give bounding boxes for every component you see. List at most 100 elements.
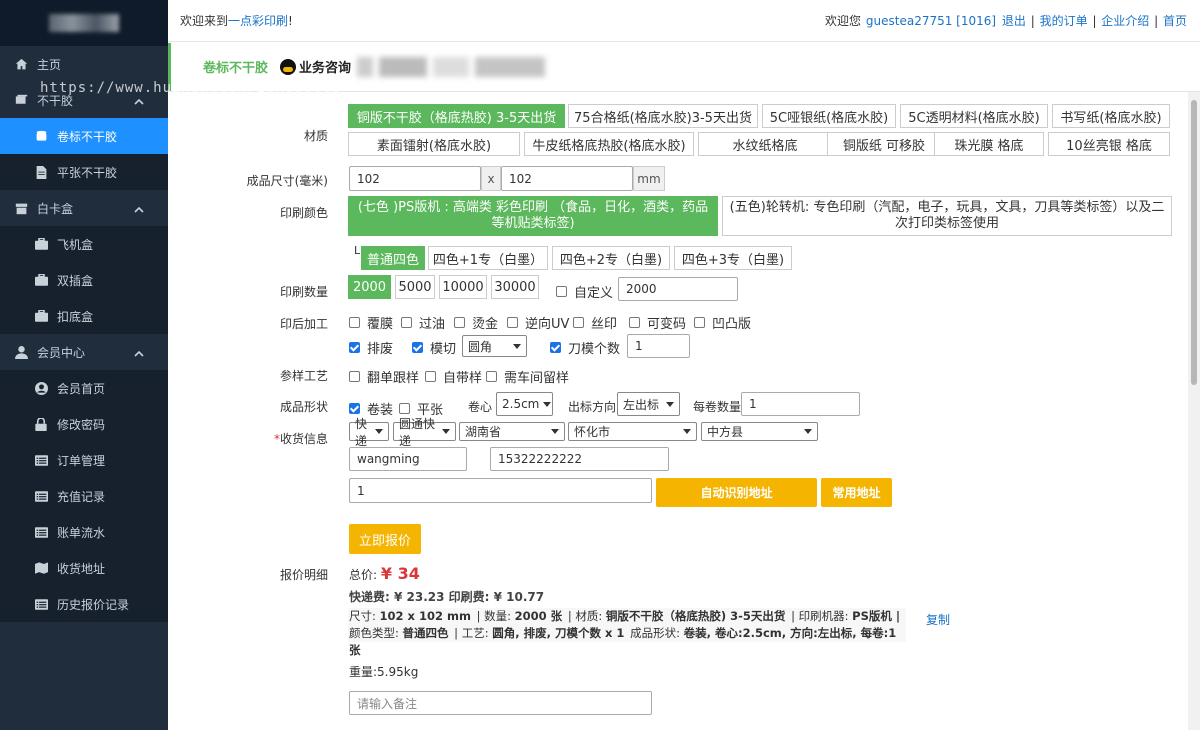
color-type-option[interactable]: 普通四色 bbox=[361, 246, 425, 270]
knife-count-checkbox[interactable]: 刀模个数 bbox=[550, 338, 620, 357]
per-roll-input[interactable]: 1 bbox=[741, 392, 860, 416]
checkbox[interactable] bbox=[556, 286, 567, 297]
sample-option-checkbox[interactable]: 翻单跟样 bbox=[349, 367, 419, 386]
ship-method-select[interactable]: 快递 bbox=[349, 417, 389, 448]
post-option-checkbox[interactable]: 覆膜 bbox=[349, 313, 393, 332]
waste-checkbox[interactable]: 排废 bbox=[349, 338, 393, 357]
height-input[interactable]: 102 bbox=[501, 166, 633, 191]
sidebar-item[interactable]: 主页 bbox=[0, 46, 168, 82]
diecut-checkbox[interactable]: 模切 bbox=[412, 338, 456, 357]
sample-option-checkbox[interactable]: 自带样 bbox=[425, 367, 482, 386]
color-type-option[interactable]: 四色+3专（白墨) bbox=[674, 246, 792, 270]
auto-detect-address-button[interactable]: 自动识别地址 bbox=[656, 478, 817, 507]
post-option-checkbox[interactable]: 丝印 bbox=[573, 313, 617, 332]
checkbox-checked[interactable] bbox=[349, 403, 360, 414]
color-option-rotary[interactable]: (五色)轮转机: 专色印刷（汽配，电子，玩具，文具，刀具等类标签）以及二次打印类… bbox=[722, 196, 1172, 236]
logout-link[interactable]: 退出 bbox=[1002, 14, 1026, 28]
custom-quantity-input[interactable]: 2000 bbox=[618, 277, 738, 301]
checkbox[interactable] bbox=[454, 317, 465, 328]
copy-link[interactable]: 复制 bbox=[926, 611, 950, 628]
common-address-button[interactable]: 常用地址 bbox=[821, 478, 892, 507]
quantity-option[interactable]: 30000 bbox=[491, 275, 539, 299]
remark-input[interactable]: 请输入备注 bbox=[349, 691, 652, 715]
material-option[interactable]: 书写纸(格底水胶) bbox=[1052, 104, 1170, 128]
material-option[interactable]: 5C哑银纸(格底水胶) bbox=[762, 104, 896, 128]
checkbox[interactable] bbox=[425, 371, 436, 382]
sidebar-item[interactable]: 收货地址 bbox=[0, 550, 168, 586]
width-input[interactable]: 102 bbox=[349, 166, 481, 191]
post-option-checkbox[interactable]: 逆向UV bbox=[507, 313, 569, 332]
sidebar-item[interactable]: 双插盒 bbox=[0, 262, 168, 298]
material-option[interactable]: 10丝亮银 格底 bbox=[1048, 132, 1170, 156]
sidebar-item[interactable]: 平张不干胶 bbox=[0, 154, 168, 190]
material-option[interactable]: 水纹纸格底 bbox=[698, 132, 832, 156]
sample-option-checkbox[interactable]: 需车间留样 bbox=[486, 367, 569, 386]
county-select[interactable]: 中方县 bbox=[701, 422, 818, 441]
custom-quantity-checkbox[interactable]: 自定义 bbox=[556, 282, 613, 301]
city-select[interactable]: 怀化市 bbox=[568, 422, 697, 441]
sidebar-item[interactable]: 订单管理 bbox=[0, 442, 168, 478]
province-select[interactable]: 湖南省 bbox=[459, 422, 565, 441]
material-option[interactable]: 5C透明材料(格底水胶) bbox=[900, 104, 1048, 128]
knife-count-input[interactable]: 1 bbox=[627, 334, 690, 358]
user-name-link[interactable]: guestea27751 [1016] bbox=[866, 14, 996, 28]
my-orders-link[interactable]: 我的订单 bbox=[1040, 14, 1088, 28]
sidebar-item[interactable]: 白卡盒 bbox=[0, 190, 168, 226]
sidebar-item[interactable]: 飞机盒 bbox=[0, 226, 168, 262]
sidebar-item[interactable]: 不干胶 bbox=[0, 82, 168, 118]
checkbox-checked[interactable] bbox=[550, 342, 561, 353]
quantity-option[interactable]: 10000 bbox=[439, 275, 487, 299]
quote-button[interactable]: 立即报价 bbox=[349, 524, 421, 554]
page-title[interactable]: 卷标不干胶 bbox=[203, 57, 268, 76]
checkbox[interactable] bbox=[401, 317, 412, 328]
phone-input[interactable]: 15322222222 bbox=[490, 447, 669, 471]
material-option[interactable]: 铜版纸 可移胶 bbox=[827, 132, 941, 156]
material-option[interactable]: 75合格纸(格底水胶)3-5天出货 bbox=[568, 104, 758, 128]
address-input[interactable]: 1 bbox=[349, 478, 652, 503]
checkbox[interactable] bbox=[629, 317, 640, 328]
sidebar-item[interactable]: 会员中心 bbox=[0, 334, 168, 370]
material-option[interactable]: 铜版不干胶（格底热胶) 3-5天出货 bbox=[348, 104, 565, 128]
post-option-checkbox[interactable]: 过油 bbox=[401, 313, 445, 332]
scrollbar[interactable] bbox=[1188, 92, 1200, 730]
color-type-option[interactable]: 四色+1专（白墨） bbox=[428, 246, 548, 270]
quantity-option[interactable]: 5000 bbox=[395, 275, 435, 299]
sidebar-item[interactable]: 历史报价记录 bbox=[0, 586, 168, 622]
scrollbar-thumb[interactable] bbox=[1191, 100, 1197, 385]
checkbox-checked[interactable] bbox=[349, 342, 360, 353]
sidebar-item-label: 充值记录 bbox=[57, 489, 106, 504]
material-option[interactable]: 素面镭射(格底水胶) bbox=[348, 132, 520, 156]
diecut-shape-select[interactable]: 圆角 bbox=[462, 335, 527, 357]
home-link[interactable]: 首页 bbox=[1163, 14, 1187, 28]
checkbox[interactable] bbox=[507, 317, 518, 328]
sidebar-item[interactable]: 充值记录 bbox=[0, 478, 168, 514]
checkbox[interactable] bbox=[694, 317, 705, 328]
sidebar-item[interactable]: 账单流水 bbox=[0, 514, 168, 550]
ship-company-value: 圆通快递 bbox=[399, 416, 436, 448]
checkbox[interactable] bbox=[573, 317, 584, 328]
post-option-checkbox[interactable]: 可变码 bbox=[629, 313, 686, 332]
core-select[interactable]: 2.5cm bbox=[496, 392, 553, 416]
checkbox[interactable] bbox=[349, 317, 360, 328]
sidebar-item[interactable]: 卷标不干胶 bbox=[0, 118, 168, 154]
site-name-link[interactable]: 一点彩印刷 bbox=[228, 14, 288, 28]
material-option[interactable]: 牛皮纸格底热胶(格底水胶) bbox=[524, 132, 694, 156]
checkbox-checked[interactable] bbox=[412, 342, 423, 353]
checkbox[interactable] bbox=[486, 371, 497, 382]
recipient-name-input[interactable]: wangming bbox=[349, 447, 467, 471]
consult-link[interactable]: 业务咨询 bbox=[280, 57, 351, 76]
checkbox[interactable] bbox=[399, 403, 410, 414]
material-option[interactable]: 珠光膜 格底 bbox=[934, 132, 1044, 156]
direction-select[interactable]: 左出标 bbox=[617, 392, 680, 416]
sidebar-item[interactable]: 修改密码 bbox=[0, 406, 168, 442]
post-option-checkbox[interactable]: 烫金 bbox=[454, 313, 498, 332]
quantity-option[interactable]: 2000 bbox=[348, 275, 391, 299]
sidebar-item[interactable]: 扣底盒 bbox=[0, 298, 168, 334]
sidebar-item[interactable]: 会员首页 bbox=[0, 370, 168, 406]
checkbox[interactable] bbox=[349, 371, 360, 382]
color-type-option[interactable]: 四色+2专（白墨) bbox=[552, 246, 670, 270]
color-option-ps[interactable]: (七色 )PS版机 : 高端类 彩色印刷 （食品，日化，酒类，药品等机贴类标签) bbox=[348, 196, 718, 236]
post-option-checkbox[interactable]: 凹凸版 bbox=[694, 313, 751, 332]
company-intro-link[interactable]: 企业介绍 bbox=[1101, 14, 1149, 28]
ship-company-select[interactable]: 圆通快递 bbox=[393, 417, 456, 448]
